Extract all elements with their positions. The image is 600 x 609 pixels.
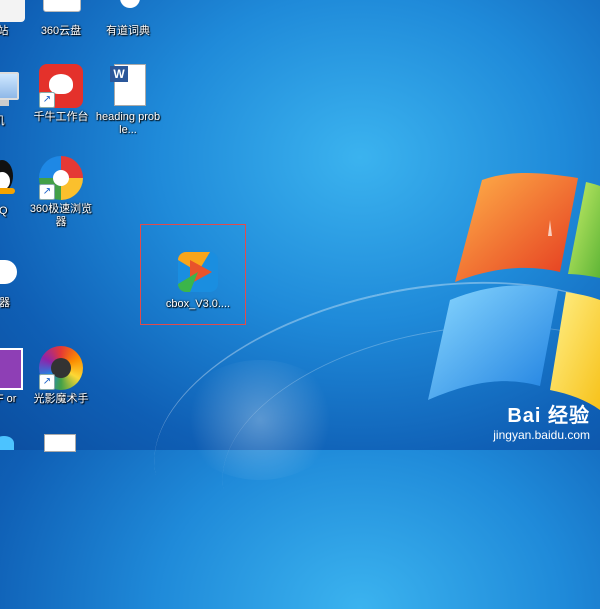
word-document-icon: W [106, 64, 150, 108]
watermark-url: jingyan.baidu.com [493, 428, 590, 442]
cloud-drive-icon [39, 0, 83, 22]
360-browser-icon: ↗ [39, 156, 83, 200]
desktop-icon-label: cbox_V3.0.... [165, 298, 231, 310]
desktop-icon-label: 光影魔术手 [33, 393, 89, 405]
desktop-icon-cbox[interactable]: cbox_V3.0.... [160, 250, 236, 310]
desktop-icon-qianniu[interactable]: ↗ 千牛工作台 [28, 64, 94, 124]
desktop-icon-label: 360极速浏览器 [29, 203, 93, 228]
desktop-icon-photo-magic[interactable]: ↗ 光影魔术手 [28, 346, 94, 406]
aperture-icon: ↗ [39, 346, 83, 390]
qianniu-icon: ↗ [39, 64, 83, 108]
desktop-icon-browser[interactable]: 览器 [0, 250, 32, 310]
desktop-icon-word-document[interactable]: W heading proble... [95, 64, 161, 137]
computer-icon [0, 68, 21, 112]
desktop-icon-label: 览器 [0, 297, 10, 309]
desktop-icon-360-cloud[interactable]: 360云盘 [28, 0, 94, 38]
desktop-wallpaper: 站 360云盘 有道词典 机 ↗ 千牛工作台 W heading proble.… [0, 0, 600, 609]
baidu-jingyan-watermark: Bai 经验 jingyan.baidu.com [493, 399, 590, 442]
browser-cloud-icon [0, 250, 21, 294]
dictionary-icon [106, 0, 150, 22]
app-icon [0, 0, 25, 22]
watermark-brand: Bai 经验 [507, 405, 590, 427]
desktop-icon-youdao-dictionary[interactable]: 有道词典 [95, 0, 161, 38]
desktop-icon-partial-bottom-1[interactable] [0, 436, 14, 450]
pdf-icon [0, 346, 23, 390]
cbox-play-icon [178, 252, 218, 292]
desktop-icon-label: heading proble... [95, 111, 161, 136]
shortcut-arrow-icon: ↗ [39, 92, 55, 108]
desktop-icon-360-browser[interactable]: ↗ 360极速浏览器 [28, 156, 94, 229]
desktop-icon-label: 360云盘 [40, 25, 82, 37]
windows-logo [428, 173, 600, 410]
qq-penguin-icon [0, 158, 21, 202]
desktop-icon-label: 千牛工作台 [33, 111, 89, 123]
shortcut-arrow-icon: ↗ [39, 184, 55, 200]
desktop-icon-partial-bottom-2[interactable] [44, 434, 76, 452]
desktop-icon-label: 有道词典 [106, 25, 150, 37]
shortcut-arrow-icon: ↗ [39, 374, 55, 390]
